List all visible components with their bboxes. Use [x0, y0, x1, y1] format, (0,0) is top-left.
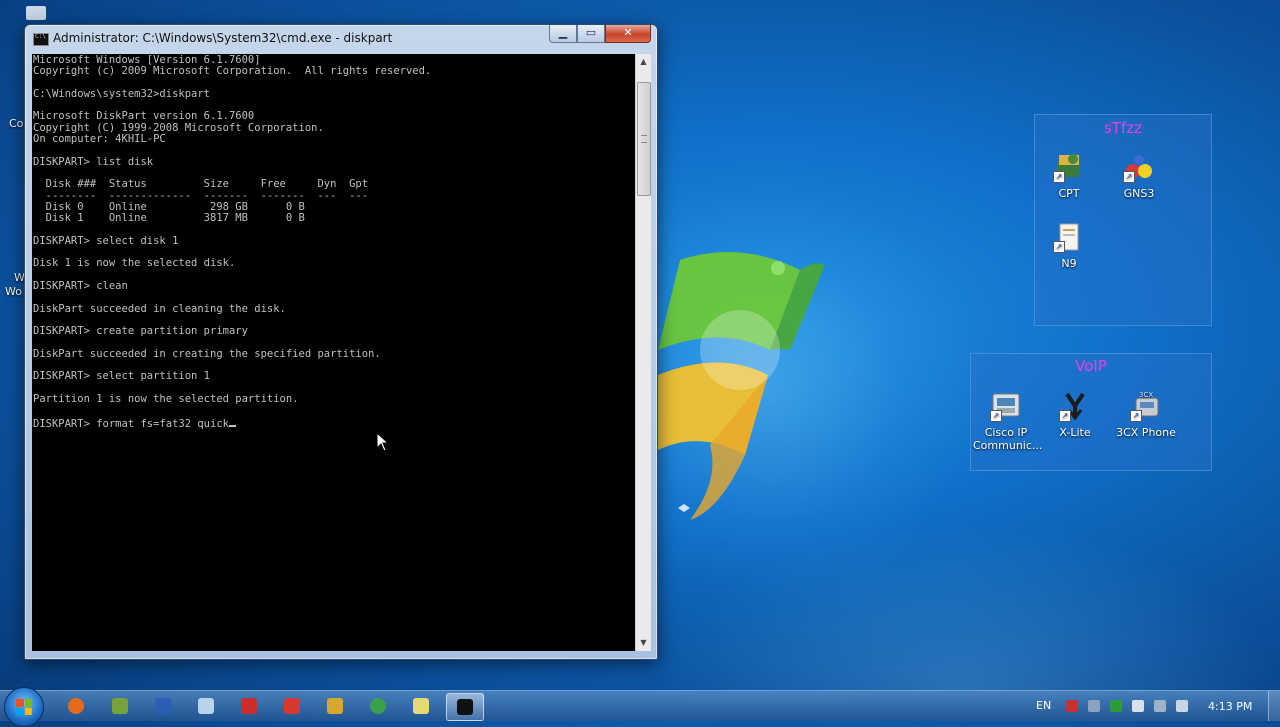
taskbar-app-utility[interactable] — [102, 693, 138, 719]
taskbar-app-notes[interactable] — [403, 693, 439, 719]
minimize-button[interactable]: ▁ — [549, 25, 577, 43]
tray-antivirus-icon[interactable] — [1066, 700, 1078, 712]
close-button[interactable]: ✕ — [605, 25, 651, 43]
desktop-icon-n9[interactable]: ↗ N9 — [1037, 221, 1101, 270]
fence-group-voip: VoIP ↗ Cisco IP Communic... ↗ X-Lite 3CX… — [970, 353, 1212, 471]
scrollbar-thumb[interactable] — [637, 82, 651, 196]
window-title: Administrator: C:\Windows\System32\cmd.e… — [53, 31, 393, 45]
console-current-input: DISKPART> format fs=fat32 quick — [33, 417, 229, 430]
desktop-icon-label: 3CX Phone — [1116, 426, 1176, 439]
start-button[interactable] — [4, 687, 44, 727]
taskbar-app-firefox[interactable] — [58, 693, 94, 719]
tray-tool-icon[interactable] — [1088, 700, 1100, 712]
desktop-icon-x-lite[interactable]: ↗ X-Lite — [1043, 390, 1107, 439]
fence-group-stfzz: sTfzz ↗ CPT ↗ GNS3 ↗ N9 — [1034, 114, 1212, 326]
cmd-icon — [457, 699, 473, 715]
tool-red-icon — [284, 698, 300, 714]
desktop-icon-cpt[interactable]: ↗ CPT — [1037, 151, 1101, 200]
desktop-icon-label: Cisco IP Communic... — [973, 426, 1043, 452]
desktop-icon-gns3[interactable]: ↗ GNS3 — [1107, 151, 1171, 200]
taskbar-app-word[interactable] — [145, 693, 181, 719]
taskbar-app-archive[interactable] — [317, 693, 353, 719]
wallpaper-swoosh — [650, 520, 1280, 690]
acrobat-icon — [241, 698, 257, 714]
desktop-edge-label[interactable]: Wo — [5, 285, 22, 298]
gns3-icon: ↗ — [1123, 151, 1155, 183]
taskbar: EN 4:13 PM — [0, 687, 1280, 727]
scroll-up-arrow-icon[interactable]: ▲ — [636, 54, 651, 70]
fence-title: VoIP — [1075, 357, 1107, 375]
text-cursor — [228, 417, 236, 427]
tray-network-icon[interactable] — [1154, 700, 1166, 712]
notepad-icon — [198, 698, 214, 714]
packet-tracer-icon: ↗ — [1053, 151, 1085, 183]
archive-icon — [327, 698, 343, 714]
3cx-phone-icon: 3CX ↗ — [1130, 390, 1162, 422]
desktop-edge-label[interactable]: Co — [9, 117, 23, 130]
word-icon — [155, 698, 171, 714]
firefox-icon — [68, 698, 84, 714]
cmd-window[interactable]: Administrator: C:\Windows\System32\cmd.e… — [24, 24, 658, 660]
desktop-icon-3cx-phone[interactable]: 3CX ↗ 3CX Phone — [1113, 390, 1179, 439]
console-output[interactable]: Microsoft Windows [Version 6.1.7600] Cop… — [32, 54, 635, 651]
chrome-icon — [370, 698, 386, 714]
svg-text:3CX: 3CX — [1139, 391, 1153, 399]
taskbar-app-chrome[interactable] — [360, 693, 396, 719]
maximize-button[interactable]: ▭ — [577, 25, 605, 43]
taskbar-app-tool-red[interactable] — [274, 693, 310, 719]
desktop-icon-label: X-Lite — [1059, 426, 1091, 439]
console-input-line[interactable]: DISKPART> format fs=fat32 quick — [33, 417, 635, 430]
desktop-icon-label: GNS3 — [1123, 187, 1155, 200]
grip-icon — [641, 135, 647, 143]
desktop-icon-cisco-ip-communicator[interactable]: ↗ Cisco IP Communic... — [973, 390, 1043, 452]
fence-title: sTfzz — [1103, 119, 1142, 137]
taskbar-app-cmd[interactable] — [446, 693, 484, 721]
desktop-icon-label: CPT — [1058, 187, 1080, 200]
n9-document-icon: ↗ — [1053, 221, 1085, 253]
desktop-icon-label: N9 — [1061, 257, 1077, 270]
tray-green-icon[interactable] — [1110, 700, 1122, 712]
tray-action-center-icon[interactable] — [1132, 700, 1144, 712]
recycle-bin-icon[interactable] — [26, 6, 46, 20]
utility-icon — [112, 698, 128, 714]
scroll-down-arrow-icon[interactable]: ▼ — [636, 635, 651, 651]
caption-buttons: ▁ ▭ ✕ — [549, 25, 651, 43]
mouse-pointer-icon — [376, 432, 390, 452]
language-indicator[interactable]: EN — [1036, 699, 1051, 712]
taskbar-clock[interactable]: 4:13 PM — [1208, 700, 1252, 713]
show-desktop-button[interactable] — [1268, 691, 1280, 721]
cmd-icon — [33, 33, 49, 46]
notes-icon — [413, 698, 429, 714]
windows-flag-icon — [16, 699, 32, 715]
cisco-ip-communicator-icon: ↗ — [990, 390, 1022, 422]
windows-logo-wallpaper — [658, 252, 825, 520]
console-history: Microsoft Windows [Version 6.1.7600] Cop… — [33, 54, 432, 405]
window-titlebar[interactable]: Administrator: C:\Windows\System32\cmd.e… — [25, 25, 657, 51]
tray-volume-icon[interactable] — [1176, 700, 1188, 712]
taskbar-app-notepad[interactable] — [188, 693, 224, 719]
vertical-scrollbar[interactable]: ▲ ▼ — [635, 54, 651, 651]
x-lite-icon: ↗ — [1059, 390, 1091, 422]
taskbar-app-acrobat[interactable] — [231, 693, 267, 719]
